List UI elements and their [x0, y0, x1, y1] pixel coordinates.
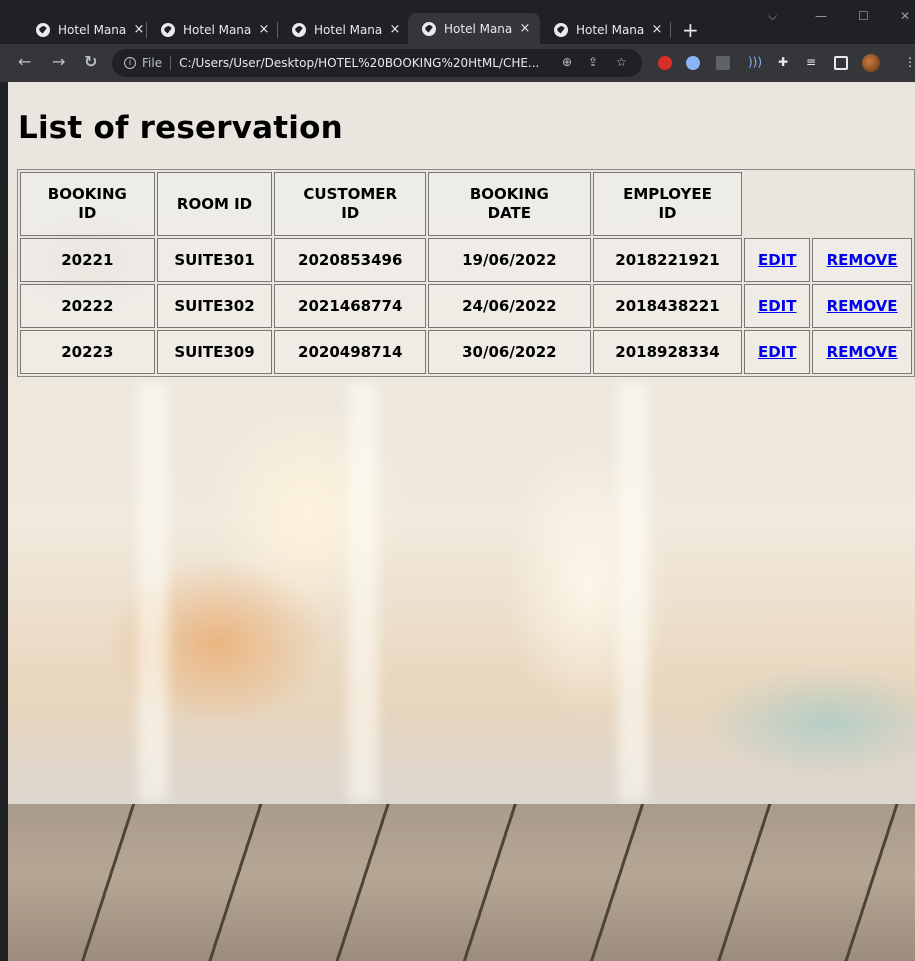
header-room-id: ROOM ID	[156, 172, 273, 236]
wooden-floor	[8, 804, 915, 961]
cell-booking-date: 24/06/2022	[428, 284, 591, 328]
browser-tab-5[interactable]: Hotel Manage ×	[540, 15, 664, 44]
cell-remove: REMOVE	[812, 238, 912, 282]
edit-link[interactable]: EDIT	[758, 251, 797, 269]
browser-tab-3[interactable]: Hotel Manage ×	[278, 15, 402, 44]
background-blur	[618, 382, 648, 802]
globe-icon	[292, 22, 306, 37]
audio-extension-icon[interactable]: )))	[748, 55, 762, 69]
background-blur	[138, 382, 168, 802]
tab-title: Hotel Manage	[576, 22, 644, 37]
remove-link[interactable]: REMOVE	[827, 251, 898, 269]
reservation-table: BOOKING ID ROOM ID CUSTOMER ID BOOKING DATE…	[17, 169, 915, 377]
globe-icon	[161, 22, 175, 37]
tab-close-icon[interactable]: ×	[518, 21, 532, 36]
cell-remove: REMOVE	[812, 284, 912, 328]
header-blank	[744, 172, 810, 236]
puzzle-icon[interactable]: ✚	[778, 55, 788, 69]
maximize-button[interactable]: ☐	[858, 9, 869, 23]
globe-icon	[422, 21, 436, 36]
cell-customer-id: 2020498714	[274, 330, 427, 374]
cell-room-id: SUITE301	[156, 238, 273, 282]
back-icon[interactable]: ←	[18, 52, 31, 71]
tab-close-icon[interactable]: ×	[650, 22, 664, 37]
edit-link[interactable]: EDIT	[758, 343, 797, 361]
cell-customer-id: 2021468774	[274, 284, 427, 328]
cell-booking-id: 20221	[20, 238, 155, 282]
cell-booking-id: 20222	[20, 284, 155, 328]
table-header-row: BOOKING ID ROOM ID CUSTOMER ID BOOKING DATE…	[20, 172, 912, 236]
globe-icon	[36, 22, 50, 37]
address-divider	[170, 56, 172, 70]
header-blank	[812, 172, 912, 236]
background-blur	[348, 382, 378, 802]
tab-title: Hotel Manage	[314, 22, 382, 37]
header-customer-id: CUSTOMER ID	[274, 172, 427, 236]
cell-employee-id: 2018928334	[592, 330, 743, 374]
zoom-icon[interactable]: ⊕	[562, 55, 572, 69]
edit-link[interactable]: EDIT	[758, 297, 797, 315]
tab-close-icon[interactable]: ×	[132, 22, 146, 37]
forward-icon[interactable]: →	[52, 52, 65, 71]
tab-close-icon[interactable]: ×	[388, 22, 402, 37]
pen-extension-icon[interactable]	[716, 56, 730, 70]
close-window-button[interactable]: ✕	[900, 9, 910, 23]
browser-tab-2[interactable]: Hotel Manage ×	[147, 15, 271, 44]
cell-edit: EDIT	[744, 238, 811, 282]
cell-remove: REMOVE	[812, 330, 912, 374]
new-tab-button[interactable]: +	[682, 18, 699, 42]
tab-strip: Hotel Manage × Hotel Manage × Hotel Mana…	[0, 0, 915, 44]
minimize-button[interactable]: —	[815, 9, 827, 23]
cell-employee-id: 2018221921	[592, 238, 743, 282]
cell-edit: EDIT	[744, 284, 811, 328]
share-icon[interactable]: ⇪	[588, 55, 598, 69]
page-viewport: List of reservation BOOKING ID ROOM ID CU…	[0, 82, 915, 961]
table-row: 20221 SUITE301 2020853496 19/06/2022 201…	[20, 238, 912, 282]
browser-tab-4-active[interactable]: Hotel Manage ×	[408, 13, 540, 44]
cell-room-id: SUITE302	[156, 284, 273, 328]
file-scheme-label: File	[142, 56, 163, 70]
tab-title: Hotel Manage	[183, 22, 251, 37]
cell-booking-date: 30/06/2022	[428, 330, 591, 374]
browser-toolbar: ← → ↻ i File C:/Users/User/Desktop/HOTEL…	[0, 44, 915, 82]
browser-tab-1[interactable]: Hotel Manage ×	[22, 15, 146, 44]
page-title: List of reservation	[18, 110, 343, 146]
tab-separator	[670, 22, 671, 38]
cell-booking-id: 20223	[20, 330, 155, 374]
adblock-extension-icon[interactable]	[658, 56, 672, 70]
lens-extension-icon[interactable]	[686, 56, 700, 70]
side-panel-icon[interactable]	[834, 56, 848, 70]
table-row: 20223 SUITE309 2020498714 30/06/2022 201…	[20, 330, 912, 374]
avatar[interactable]	[862, 54, 880, 72]
cell-customer-id: 2020853496	[274, 238, 427, 282]
cell-employee-id: 2018438221	[592, 284, 743, 328]
tab-search-icon[interactable]: ⌵	[768, 9, 777, 24]
header-booking-id: BOOKING ID	[20, 172, 155, 236]
header-booking-date: BOOKING DATE	[428, 172, 591, 236]
menu-icon[interactable]: ⋮	[904, 55, 915, 69]
cell-room-id: SUITE309	[156, 330, 273, 374]
cell-edit: EDIT	[744, 330, 811, 374]
tab-title: Hotel Manage	[58, 22, 126, 37]
remove-link[interactable]: REMOVE	[827, 297, 898, 315]
reload-icon[interactable]: ↻	[84, 52, 97, 71]
url-text[interactable]: C:/Users/User/Desktop/HOTEL%20BOOKING%20…	[179, 56, 539, 70]
tab-close-icon[interactable]: ×	[257, 22, 271, 37]
header-employee-id: EMPLOYEE ID	[592, 172, 743, 236]
reading-list-icon[interactable]: ≡	[806, 55, 816, 69]
info-icon[interactable]: i	[124, 57, 136, 69]
globe-icon	[554, 22, 568, 37]
tab-title: Hotel Manage	[444, 21, 512, 36]
table-row: 20222 SUITE302 2021468774 24/06/2022 201…	[20, 284, 912, 328]
star-icon[interactable]: ☆	[616, 55, 627, 69]
remove-link[interactable]: REMOVE	[827, 343, 898, 361]
cell-booking-date: 19/06/2022	[428, 238, 591, 282]
